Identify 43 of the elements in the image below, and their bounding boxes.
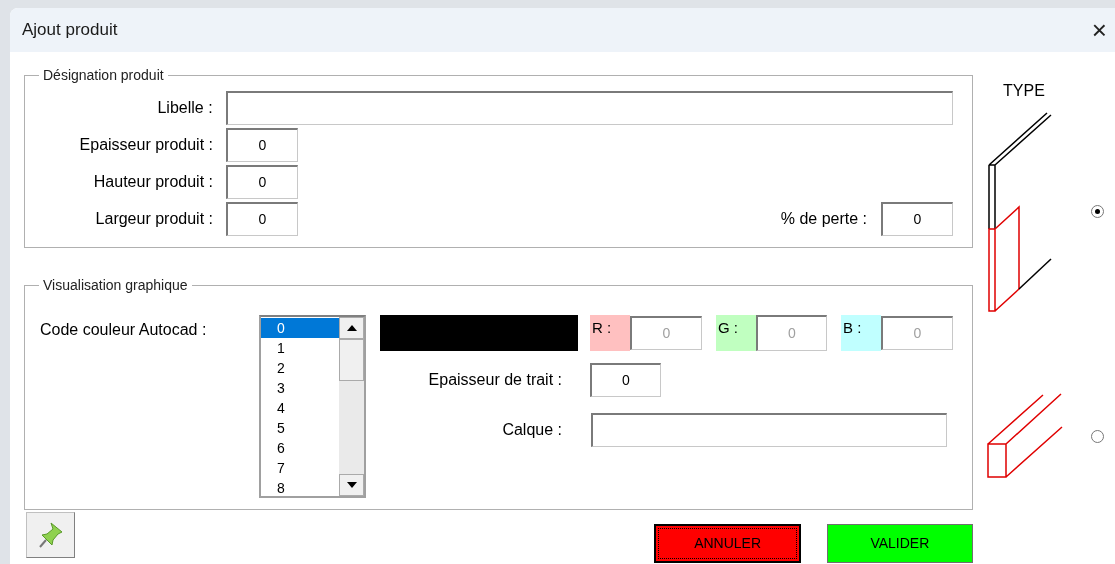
input-field[interactable] <box>225 91 953 125</box>
group-legend: Désignation produit <box>39 66 168 84</box>
list-item[interactable]: 7 <box>260 458 339 478</box>
field-label: % de perte : <box>780 209 867 229</box>
field-label: Largeur produit : <box>94 209 213 229</box>
input-field[interactable]: 0 <box>226 128 298 162</box>
list-item[interactable]: 1 <box>260 338 339 358</box>
scrollbar[interactable] <box>339 317 364 496</box>
list-item[interactable]: 3 <box>260 378 339 398</box>
pushpin-icon <box>37 521 64 549</box>
field-label: Calque : <box>501 420 562 440</box>
group-legend: Visualisation graphique <box>39 276 192 294</box>
action-button[interactable]: VALIDER <box>826 524 973 563</box>
close-button[interactable]: × <box>1089 17 1109 43</box>
type-radio[interactable] <box>1090 204 1104 218</box>
field-label: Code couleur Autocad : <box>40 320 208 340</box>
color-code-list[interactable]: 0 1 2 3 4 5 6 7 8 <box>258 315 366 498</box>
channel-label: G : <box>716 315 756 351</box>
window-title: Ajout produit <box>22 19 118 42</box>
pin-button[interactable] <box>26 512 76 558</box>
input-field[interactable]: 0 <box>226 165 298 199</box>
scroll-up-icon[interactable] <box>339 317 364 339</box>
list-item[interactable]: 2 <box>260 358 339 378</box>
scroll-thumb[interactable] <box>339 339 364 381</box>
action-button[interactable]: ANNULER <box>654 524 801 563</box>
field-label: Epaisseur de trait : <box>427 370 562 390</box>
field-label: Libelle : <box>156 98 213 118</box>
list-item[interactable]: 4 <box>260 398 339 418</box>
type-radio[interactable] <box>1090 429 1104 443</box>
list-item[interactable]: 0 <box>260 318 339 338</box>
channel-label: R : <box>590 315 630 351</box>
input-field[interactable] <box>591 413 947 447</box>
input-field[interactable]: 0 <box>881 202 953 236</box>
input-field[interactable]: 0 <box>226 202 298 236</box>
field-label: Epaisseur produit : <box>78 135 213 155</box>
list-item[interactable]: 8 <box>260 478 339 496</box>
scroll-down-icon[interactable] <box>339 474 364 496</box>
type-title: TYPE <box>1003 81 1045 101</box>
field-label: Hauteur produit : <box>92 172 213 192</box>
list-item[interactable]: 5 <box>260 418 339 438</box>
channel-label: B : <box>841 315 881 351</box>
list-item[interactable]: 6 <box>260 438 339 458</box>
input-field[interactable]: 0 <box>590 363 661 397</box>
